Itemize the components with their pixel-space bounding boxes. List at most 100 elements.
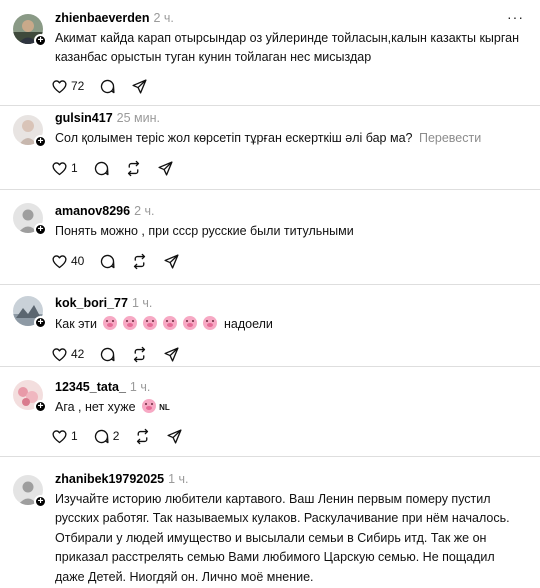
timestamp: 25 мин. — [116, 111, 161, 125]
pig-face-icon — [123, 316, 138, 330]
share-button[interactable] — [163, 253, 180, 270]
timestamp: 2 ч. — [153, 11, 174, 25]
repost-button[interactable] — [125, 160, 142, 177]
comment-header: zhienbaeverden 2 ч. — [55, 11, 174, 25]
share-icon — [163, 346, 180, 363]
translate-link[interactable]: Перевести — [419, 131, 481, 145]
share-button[interactable] — [157, 160, 174, 177]
timestamp: 1 ч. — [131, 296, 153, 310]
like-button[interactable]: 1 — [51, 160, 78, 177]
avatar[interactable]: + — [13, 296, 47, 329]
reply-button[interactable] — [99, 78, 116, 95]
comment-text: Ага , нет хуже NL — [55, 398, 525, 417]
divider — [0, 456, 540, 457]
like-count: 1 — [71, 429, 78, 443]
username[interactable]: gulsin417 — [55, 111, 113, 125]
comment-icon — [99, 253, 116, 270]
follow-plus-icon[interactable]: + — [34, 495, 47, 508]
comment-header: kok_bori_77 1 ч. — [55, 296, 152, 310]
repost-icon — [131, 253, 148, 270]
like-button[interactable]: 40 — [51, 253, 84, 270]
comment-actions: 1 — [51, 159, 189, 177]
follow-plus-icon[interactable]: + — [34, 316, 47, 329]
like-button[interactable]: 1 — [51, 428, 78, 445]
comment-text: Изучайте историю любители картавого. Ваш… — [55, 492, 510, 584]
divider — [0, 366, 540, 367]
heart-icon — [51, 253, 68, 270]
repost-button[interactable] — [134, 428, 151, 445]
repost-button[interactable] — [131, 346, 148, 363]
repost-button[interactable] — [131, 253, 148, 270]
share-icon — [166, 428, 183, 445]
username[interactable]: zhienbaeverden — [55, 11, 149, 25]
pig-face-icon — [183, 316, 198, 330]
comment-icon — [99, 346, 116, 363]
comment-header: gulsin417 25 мин. — [55, 111, 160, 125]
comment-body: Ага , нет хуже — [55, 400, 136, 414]
like-count: 72 — [71, 79, 85, 93]
comment-icon — [99, 78, 116, 95]
like-count: 42 — [71, 347, 85, 361]
username[interactable]: zhanibek19792025 — [55, 472, 164, 486]
reply-count: 2 — [112, 429, 120, 443]
comment-header: amanov8296 2 ч. — [55, 204, 154, 218]
share-button[interactable] — [163, 346, 180, 363]
repost-icon — [125, 160, 142, 177]
comment-actions: 72 — [51, 77, 163, 95]
pig-face-icon — [143, 316, 158, 330]
share-icon — [157, 160, 174, 177]
share-icon — [131, 78, 148, 95]
share-button[interactable] — [166, 428, 183, 445]
comment-text: Сол қолымен теріс жол көрсетіп тұрған ес… — [55, 129, 525, 148]
share-button[interactable] — [131, 78, 148, 95]
reply-button[interactable] — [99, 346, 116, 363]
comment-icon — [93, 428, 110, 445]
flag-nl-icon: NL — [159, 403, 170, 412]
comment-actions: 42 — [51, 345, 195, 363]
username[interactable]: amanov8296 — [55, 204, 130, 218]
more-options-icon[interactable]: ··· — [507, 9, 524, 25]
timestamp: 1 ч. — [129, 380, 151, 394]
reply-button[interactable]: 2 — [93, 428, 120, 445]
like-count: 40 — [71, 254, 85, 268]
pig-face-icon — [163, 316, 178, 330]
reply-button[interactable] — [99, 253, 116, 270]
follow-plus-icon[interactable]: + — [34, 400, 47, 413]
divider — [0, 105, 540, 106]
avatar[interactable]: + — [13, 380, 47, 413]
username[interactable]: kok_bori_77 — [55, 296, 128, 310]
avatar[interactable]: + — [13, 14, 47, 47]
repost-icon — [131, 346, 148, 363]
comment-header: 12345_tata_ 1 ч. — [55, 380, 150, 394]
avatar[interactable]: + — [13, 203, 47, 236]
pig-face-icon — [142, 399, 157, 413]
timestamp: 2 ч. — [134, 204, 155, 218]
heart-icon — [51, 428, 68, 445]
comment-body: Сол қолымен теріс жол көрсетіп тұрған ес… — [55, 131, 413, 145]
divider — [0, 189, 540, 190]
comment-body-end: надоели — [223, 317, 273, 331]
share-icon — [163, 253, 180, 270]
heart-icon — [51, 160, 68, 177]
comment-actions: 1 2 — [51, 427, 198, 445]
pig-face-icon — [103, 316, 118, 330]
comment-text: Акимат кайда карап отырсындар оз уйлерин… — [55, 31, 519, 65]
comment-icon — [93, 160, 110, 177]
follow-plus-icon[interactable]: + — [34, 135, 47, 148]
comment-body: Как эти — [55, 317, 97, 331]
avatar[interactable]: + — [13, 475, 47, 508]
heart-icon — [51, 346, 68, 363]
avatar[interactable]: + — [13, 115, 47, 148]
reply-button[interactable] — [93, 160, 110, 177]
like-button[interactable]: 72 — [51, 78, 84, 95]
comment-actions: 40 — [51, 252, 195, 270]
repost-icon — [134, 428, 151, 445]
username[interactable]: 12345_tata_ — [55, 380, 126, 394]
like-count: 1 — [71, 161, 78, 175]
follow-plus-icon[interactable]: + — [34, 223, 47, 236]
follow-plus-icon[interactable]: + — [34, 34, 47, 47]
comment-header: zhanibek19792025 1 ч. — [55, 472, 189, 486]
pig-face-icon — [203, 316, 218, 330]
divider — [0, 284, 540, 285]
like-button[interactable]: 42 — [51, 346, 84, 363]
